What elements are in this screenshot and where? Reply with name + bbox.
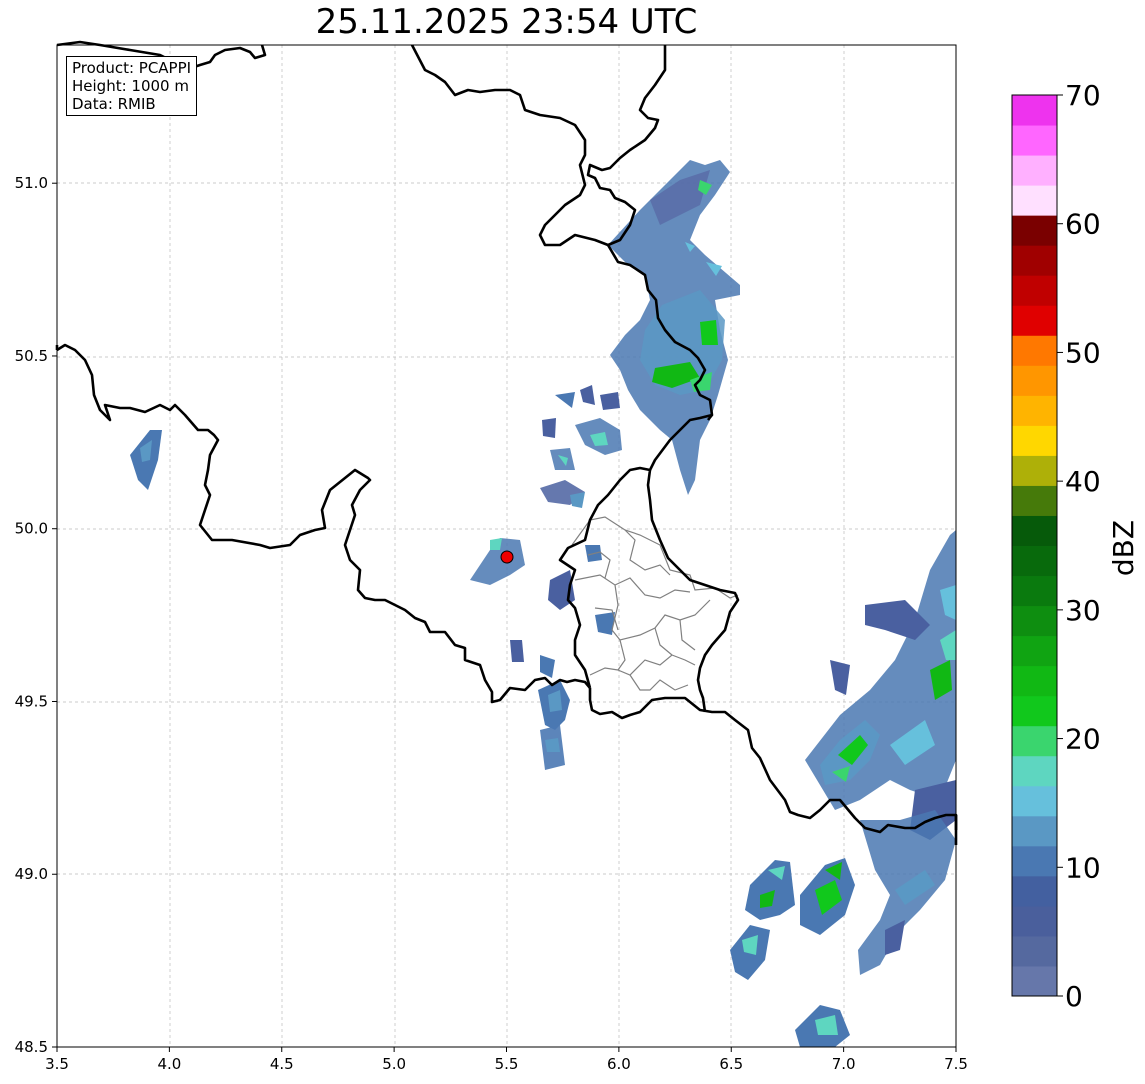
colorbar-segment (1012, 785, 1057, 817)
x-tick-label: 4.0 (157, 1055, 181, 1073)
colorbar-segment (1012, 95, 1057, 126)
colorbar-segment (1012, 905, 1057, 937)
y-tick-label: 50.5 (15, 347, 48, 365)
colorbar-segment (1012, 215, 1057, 246)
y-tick-label: 50.0 (15, 520, 48, 538)
colorbar-segment (1012, 965, 1057, 997)
colorbar-tick-label: 40 (1065, 465, 1101, 498)
colorbar-segment (1012, 125, 1057, 156)
colorbar-segment (1012, 695, 1057, 727)
colorbar-segment (1012, 545, 1057, 577)
colorbar-segment (1012, 455, 1057, 486)
colorbar-segment (1012, 245, 1057, 276)
y-tick-label: 48.5 (15, 1038, 48, 1056)
colorbar-segment (1012, 725, 1057, 757)
colorbar-segment (1012, 335, 1057, 366)
x-tick-label: 7.5 (944, 1055, 968, 1073)
x-tick-label: 5.5 (495, 1055, 519, 1073)
x-tick-label: 4.5 (270, 1055, 294, 1073)
colorbar-segment (1012, 275, 1057, 306)
x-tick-label: 3.5 (45, 1055, 69, 1073)
radar-site-marker (500, 550, 514, 564)
radar-map: 3.5 4.0 4.5 5.0 5.5 6.0 6.5 7.0 7.5 48.5 49.0 49.5… (15, 40, 1140, 1073)
x-tick-label: 5.0 (382, 1055, 406, 1073)
colorbar-segment (1012, 485, 1057, 516)
colorbar: 0 10 20 30 40 50 60 70 dBZ (1011, 79, 1140, 1013)
x-tick-label: 6.5 (719, 1055, 743, 1073)
y-tick-label: 51.0 (15, 174, 48, 192)
x-axis: 3.5 4.0 4.5 5.0 5.5 6.0 6.5 7.0 7.5 (45, 1047, 968, 1073)
colorbar-segment (1012, 635, 1057, 667)
colorbar-tick-label: 0 (1065, 980, 1083, 1013)
colorbar-segment (1012, 845, 1057, 877)
colorbar-segment (1012, 605, 1057, 637)
colorbar-label: dBZ (1107, 520, 1140, 576)
y-tick-label: 49.5 (15, 692, 48, 710)
colorbar-segment (1012, 665, 1057, 697)
x-tick-label: 7.0 (832, 1055, 856, 1073)
colorbar-segment (1012, 185, 1057, 216)
colorbar-segment (1012, 815, 1057, 847)
colorbar-segment (1012, 305, 1057, 336)
colorbar-segment (1012, 935, 1057, 967)
height-label: Height: 1000 m (72, 77, 189, 95)
colorbar-segment (1012, 425, 1057, 456)
colorbar-segment (1012, 755, 1057, 787)
data-source-label: Data: RMIB (72, 95, 156, 113)
colorbar-segment (1012, 395, 1057, 426)
info-box: Product: PCAPPI Height: 1000 m Data: RMI… (66, 56, 198, 116)
colorbar-segment (1012, 365, 1057, 396)
colorbar-segment (1012, 155, 1057, 186)
y-axis: 48.5 49.0 49.5 50.0 50.5 51.0 (15, 174, 57, 1056)
colorbar-tick-label: 30 (1065, 594, 1101, 627)
product-label: Product: PCAPPI (72, 59, 192, 77)
y-tick-label: 49.0 (15, 865, 48, 883)
colorbar-segment (1012, 575, 1057, 607)
colorbar-tick-label: 70 (1065, 79, 1101, 112)
colorbar-segment (1012, 515, 1057, 546)
colorbar-segment (1012, 875, 1057, 907)
colorbar-tick-label: 10 (1065, 851, 1101, 884)
colorbar-tick-label: 60 (1065, 208, 1101, 241)
colorbar-tick-label: 50 (1065, 336, 1101, 369)
x-tick-label: 6.0 (607, 1055, 631, 1073)
colorbar-tick-label: 20 (1065, 723, 1101, 756)
